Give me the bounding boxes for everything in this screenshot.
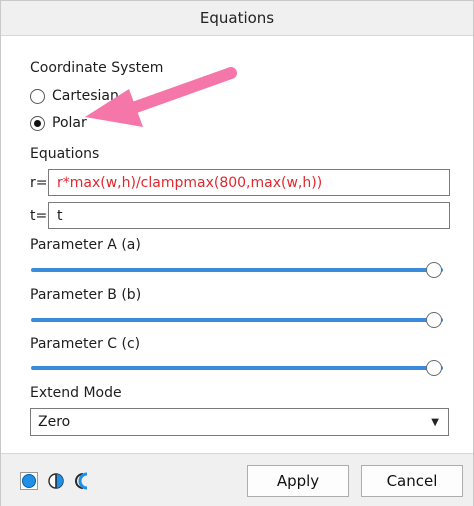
radio-polar-circle[interactable]: [30, 115, 45, 131]
chevron-down-icon[interactable]: ▼: [431, 417, 439, 428]
t-equation-input[interactable]: [48, 202, 450, 229]
parameter-c-slider[interactable]: [31, 359, 443, 377]
parameter-c-track[interactable]: [31, 366, 443, 370]
title-bar: Equations: [1, 1, 473, 36]
apply-button[interactable]: Apply: [247, 465, 349, 497]
equations-dialog: Equations Coordinate System Cartesian Po…: [0, 0, 474, 506]
r-equation-input[interactable]: [48, 169, 450, 196]
parameter-b-label: Parameter B (b): [30, 287, 142, 303]
quarter-circle-mode-icon[interactable]: [75, 472, 93, 490]
parameter-a-thumb[interactable]: [426, 262, 442, 278]
window-title: Equations: [199, 9, 275, 27]
t-prefix: t=: [30, 207, 48, 224]
annotation-arrow-icon: [85, 67, 237, 127]
equations-label: Equations: [30, 146, 100, 162]
half-circle-mode-icon[interactable]: [47, 472, 65, 490]
extend-mode-select[interactable]: Zero ▼: [30, 408, 449, 436]
parameter-a-label: Parameter A (a): [30, 237, 141, 253]
extend-mode-label: Extend Mode: [30, 385, 122, 401]
radio-cartesian-circle[interactable]: [30, 88, 45, 104]
parameter-c-thumb[interactable]: [426, 360, 442, 376]
parameter-a-slider[interactable]: [31, 261, 443, 279]
r-equation-row: r=: [30, 169, 450, 196]
t-equation-row: t=: [30, 202, 450, 229]
parameter-c-label: Parameter C (c): [30, 336, 141, 352]
parameter-b-thumb[interactable]: [426, 312, 442, 328]
cancel-button[interactable]: Cancel: [361, 465, 463, 497]
full-circle-mode-icon[interactable]: [20, 472, 38, 490]
parameter-b-track[interactable]: [31, 318, 443, 322]
parameter-b-slider[interactable]: [31, 311, 443, 329]
r-prefix: r=: [30, 174, 48, 191]
extend-mode-value: Zero: [38, 414, 71, 430]
parameter-a-track[interactable]: [31, 268, 443, 272]
